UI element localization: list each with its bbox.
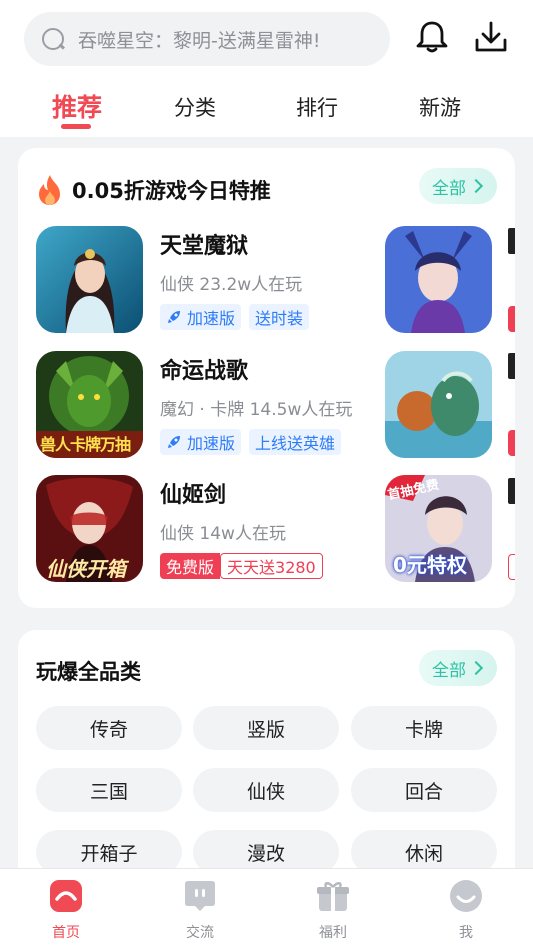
chat-icon (185, 881, 215, 911)
game-name: 命运战歌 (160, 359, 249, 384)
clipped-tag-fragment (508, 430, 515, 456)
tag-free-version: 免费版 (160, 553, 221, 579)
game-icon[interactable]: 仙侠开箱 (36, 475, 143, 582)
tag-label: 加速版 (187, 434, 236, 453)
tab-category[interactable]: 分类 (174, 92, 216, 122)
category-chip[interactable]: 卡牌 (351, 706, 497, 750)
featured-title-text: 0.05折游戏今日特推 (72, 179, 271, 203)
rocket-icon (168, 436, 180, 448)
game-tags: 加速版 送时装 (160, 304, 310, 330)
game-icon-caption: 仙侠开箱 (46, 557, 126, 581)
tag-speed-version: 加速版 (160, 429, 242, 455)
nav-welfare[interactable]: 福利 (303, 879, 363, 942)
tag-label: 加速版 (187, 309, 236, 328)
gift-icon (317, 882, 349, 911)
tag-daily-gift: 天天送3280 (220, 553, 323, 579)
bottom-nav: 首页 交流 福利 我 (0, 868, 533, 948)
game-icon[interactable] (385, 226, 492, 333)
clipped-tag-fragment (508, 554, 515, 580)
clipped-title-fragment (508, 478, 515, 504)
categories-title: 玩爆全品类 (36, 660, 141, 684)
game-icon[interactable] (385, 351, 492, 458)
tag-gift: 上线送英雄 (249, 429, 342, 455)
category-chip[interactable]: 竖版 (193, 706, 339, 750)
tab-new-games[interactable]: 新游 (419, 92, 461, 122)
search-input[interactable]: 吞噬星空：黎明-送满星雷神! (78, 26, 320, 53)
nav-label: 福利 (319, 925, 347, 941)
game-icon[interactable] (36, 226, 143, 333)
peek-caption: 0元特权 (393, 553, 467, 577)
chevron-right-icon (468, 660, 484, 676)
tag-gift: 送时装 (249, 304, 310, 330)
game-icon-caption: 兽人卡牌万抽 (40, 435, 131, 454)
search-bar[interactable]: 吞噬星空：黎明-送满星雷神! (24, 12, 390, 66)
game-meta: 魔幻 · 卡牌 14.5w人在玩 (160, 400, 353, 420)
featured-all-button[interactable]: 全部 (419, 168, 497, 204)
game-icon[interactable]: 首抽免费 0元特权 (385, 475, 492, 582)
category-chip[interactable]: 回合 (351, 768, 497, 812)
category-chip[interactable]: 仙侠 (193, 768, 339, 812)
download-icon[interactable] (472, 18, 510, 56)
chevron-right-icon (468, 178, 484, 194)
clipped-title-fragment (508, 228, 515, 254)
game-meta: 仙侠 23.2w人在玩 (160, 275, 303, 295)
category-chip[interactable]: 传奇 (36, 706, 182, 750)
active-tab-indicator (61, 124, 91, 129)
profile-icon (450, 880, 482, 912)
game-item[interactable]: 天堂魔狱 仙侠 23.2w人在玩 加速版 送时装 (36, 226, 366, 334)
nav-chat[interactable]: 交流 (170, 879, 230, 942)
nav-home[interactable]: 首页 (36, 879, 96, 942)
featured-card: 0.05折游戏今日特推 全部 天堂魔狱 仙侠 23.2w人在玩 加速版 送时装 … (18, 148, 515, 608)
bell-icon[interactable] (413, 18, 451, 56)
tab-recommend[interactable]: 推荐 (52, 88, 102, 124)
featured-all-label: 全部 (432, 178, 466, 199)
game-icon[interactable]: 兽人卡牌万抽 (36, 351, 143, 458)
featured-title: 0.05折游戏今日特推 (36, 174, 271, 206)
game-item[interactable]: 兽人卡牌万抽 命运战歌 魔幻 · 卡牌 14.5w人在玩 加速版 上线送英雄 (36, 351, 366, 459)
game-item[interactable]: 仙侠开箱 仙姬剑 仙侠 14w人在玩 免费版 天天送3280 (36, 475, 366, 583)
game-tags: 加速版 上线送英雄 (160, 429, 342, 455)
tab-ranking[interactable]: 排行 (296, 92, 338, 122)
game-name: 天堂魔狱 (160, 234, 249, 259)
header: 吞噬星空：黎明-送满星雷神! 推荐 分类 排行 新游 (0, 0, 533, 137)
search-icon (40, 26, 66, 52)
game-name: 仙姬剑 (160, 483, 227, 508)
home-icon (50, 880, 82, 912)
tag-speed-version: 加速版 (160, 304, 242, 330)
category-chip[interactable]: 三国 (36, 768, 182, 812)
categories-all-label: 全部 (432, 660, 466, 681)
nav-label: 交流 (186, 925, 214, 941)
clipped-title-fragment (508, 353, 515, 379)
nav-label: 首页 (52, 925, 80, 941)
game-meta: 仙侠 14w人在玩 (160, 524, 286, 544)
game-tags: 免费版 天天送3280 (160, 553, 323, 579)
nav-profile[interactable]: 我 (436, 879, 496, 942)
clipped-tag-fragment (508, 306, 515, 332)
nav-label: 我 (459, 925, 473, 941)
fire-icon (39, 175, 60, 205)
main-tabs: 推荐 分类 排行 新游 (0, 82, 533, 137)
rocket-icon (168, 311, 180, 323)
categories-all-button[interactable]: 全部 (419, 650, 497, 686)
